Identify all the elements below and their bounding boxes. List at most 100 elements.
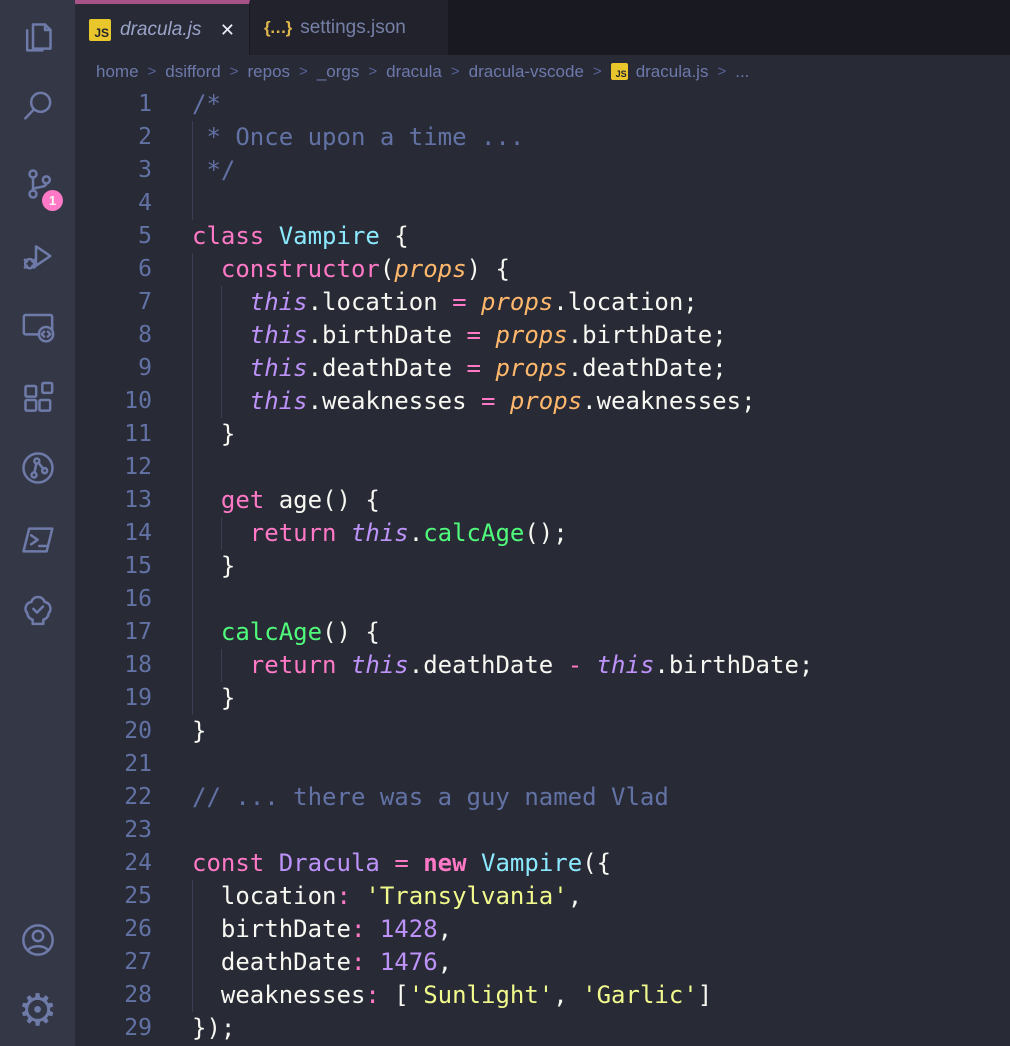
- activity-item-accounts[interactable]: [0, 905, 75, 975]
- code-token: [365, 948, 379, 976]
- indent-guide: [192, 253, 193, 286]
- code-token: =: [467, 321, 481, 349]
- tab-label: settings.json: [300, 17, 406, 39]
- code-token: .location: [308, 288, 453, 316]
- indent-guide: [192, 484, 193, 517]
- activity-item-search[interactable]: [0, 71, 75, 141]
- activity-item-source-control[interactable]: 1: [0, 149, 75, 219]
- code-token: ,: [438, 948, 452, 976]
- code-line: 23: [75, 814, 1010, 847]
- line-content[interactable]: return this.deathDate - this.birthDate;: [152, 649, 1010, 682]
- tab-label: dracula.js: [120, 19, 201, 41]
- breadcrumb-item[interactable]: dsifford: [165, 62, 220, 82]
- tab-settings-json[interactable]: {…} settings.json: [250, 0, 448, 55]
- line-content[interactable]: }: [152, 418, 1010, 451]
- line-content[interactable]: // ... there was a guy named Vlad: [152, 781, 1010, 814]
- line-content[interactable]: get age() {: [152, 484, 1010, 517]
- editor[interactable]: 1/*2 * Once upon a time ...3 */45class V…: [75, 88, 1010, 1045]
- code-token: birthDate: [192, 915, 351, 943]
- code-token: [192, 255, 221, 283]
- tab-dracula-js[interactable]: JS dracula.js ✕: [75, 0, 250, 55]
- line-content[interactable]: const Dracula = new Vampire({: [152, 847, 1010, 880]
- line-number: 22: [75, 781, 152, 814]
- close-icon[interactable]: ✕: [220, 21, 235, 39]
- code-token: ,: [568, 882, 582, 910]
- code-token: Dracula: [279, 849, 380, 877]
- line-number: 27: [75, 946, 152, 979]
- code-token: [337, 651, 351, 679]
- activity-item-terminal[interactable]: [0, 505, 75, 575]
- code-token: this: [351, 519, 409, 547]
- line-content[interactable]: this.deathDate = props.deathDate;: [152, 352, 1010, 385]
- indent-guide: [192, 385, 193, 418]
- line-content[interactable]: location: 'Transylvania',: [152, 880, 1010, 913]
- js-file-icon: JS: [89, 19, 111, 41]
- breadcrumb-symbol-overflow[interactable]: ...: [735, 62, 749, 82]
- indent-guide: [192, 880, 193, 913]
- code-token: return: [250, 519, 337, 547]
- line-content[interactable]: /*: [152, 88, 1010, 121]
- activity-item-git-graph[interactable]: [0, 433, 75, 503]
- activity-item-todo-tree[interactable]: [0, 576, 75, 646]
- line-content[interactable]: calcAge() {: [152, 616, 1010, 649]
- breadcrumb-item[interactable]: repos: [248, 62, 291, 82]
- code-token: return: [250, 651, 337, 679]
- code-token: =: [394, 849, 408, 877]
- code-token: :: [337, 882, 351, 910]
- line-content[interactable]: });: [152, 1012, 1010, 1045]
- breadcrumb-item[interactable]: dracula: [386, 62, 442, 82]
- line-number: 19: [75, 682, 152, 715]
- code-token: () {: [322, 618, 380, 646]
- code-token: [337, 519, 351, 547]
- indent-guide: [192, 451, 193, 484]
- code-token: .: [409, 519, 423, 547]
- code-token: [380, 849, 394, 877]
- activity-item-settings[interactable]: ⚙: [0, 976, 75, 1046]
- code-line: 8 this.birthDate = props.birthDate;: [75, 319, 1010, 352]
- line-content[interactable]: }: [152, 550, 1010, 583]
- activity-item-explorer[interactable]: [0, 2, 75, 72]
- line-content[interactable]: birthDate: 1428,: [152, 913, 1010, 946]
- line-number: 26: [75, 913, 152, 946]
- line-content[interactable]: this.birthDate = props.birthDate;: [152, 319, 1010, 352]
- code-token: this: [250, 321, 308, 349]
- indent-guide: [221, 352, 222, 385]
- line-content[interactable]: */: [152, 154, 1010, 187]
- activity-item-extensions[interactable]: [0, 363, 75, 433]
- line-content[interactable]: constructor(props) {: [152, 253, 1010, 286]
- line-content[interactable]: [152, 748, 1010, 781]
- code-token: [: [380, 981, 409, 1009]
- breadcrumb-item-file[interactable]: dracula.js: [636, 62, 709, 82]
- line-content[interactable]: * Once upon a time ...: [152, 121, 1010, 154]
- code-line: 3 */: [75, 154, 1010, 187]
- line-number: 29: [75, 1012, 152, 1045]
- code-line: 26 birthDate: 1428,: [75, 913, 1010, 946]
- code-token: calcAge: [221, 618, 322, 646]
- line-content[interactable]: }: [152, 715, 1010, 748]
- line-number: 14: [75, 517, 152, 550]
- breadcrumb-item[interactable]: _orgs: [317, 62, 360, 82]
- line-content[interactable]: [152, 814, 1010, 847]
- breadcrumb-item[interactable]: home: [96, 62, 139, 82]
- line-content[interactable]: }: [152, 682, 1010, 715]
- line-content[interactable]: this.location = props.location;: [152, 286, 1010, 319]
- code-token: ();: [524, 519, 567, 547]
- activity-item-run-and-debug[interactable]: [0, 221, 75, 291]
- activity-item-remote-explorer[interactable]: [0, 292, 75, 362]
- line-content[interactable]: this.weaknesses = props.weaknesses;: [152, 385, 1010, 418]
- line-content[interactable]: [152, 187, 1010, 220]
- line-content[interactable]: return this.calcAge();: [152, 517, 1010, 550]
- breadcrumb-item[interactable]: dracula-vscode: [469, 62, 584, 82]
- line-content[interactable]: weaknesses: ['Sunlight', 'Garlic']: [152, 979, 1010, 1012]
- code-token: .deathDate: [308, 354, 467, 382]
- run-and-debug-icon: [18, 236, 58, 276]
- line-content[interactable]: [152, 451, 1010, 484]
- code-token: new: [423, 849, 466, 877]
- line-content[interactable]: class Vampire {: [152, 220, 1010, 253]
- line-content[interactable]: [152, 583, 1010, 616]
- line-number: 20: [75, 715, 152, 748]
- code-token: ({: [582, 849, 611, 877]
- line-content[interactable]: deathDate: 1476,: [152, 946, 1010, 979]
- js-file-icon: JS: [611, 63, 628, 80]
- code-token: 'Transylvania': [365, 882, 567, 910]
